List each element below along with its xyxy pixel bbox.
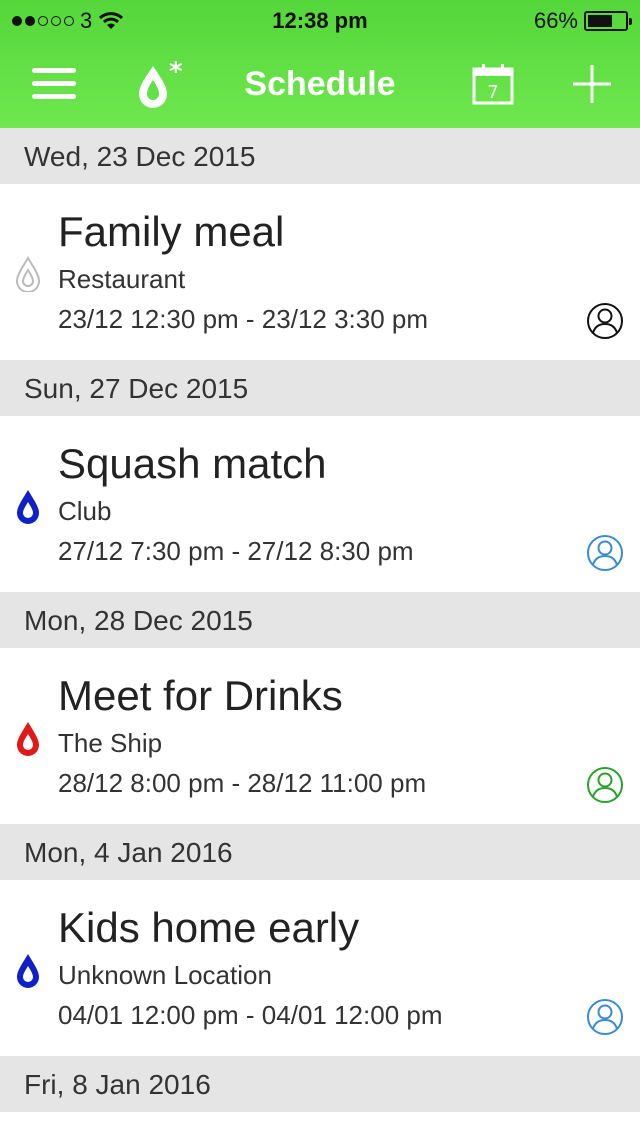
- attendee-icon[interactable]: [586, 998, 624, 1036]
- menu-button[interactable]: [22, 40, 86, 128]
- attendee-icon[interactable]: [586, 302, 624, 340]
- app-logo-button[interactable]: *: [128, 40, 194, 128]
- drop-icon: [17, 954, 39, 988]
- add-event-button[interactable]: [564, 40, 620, 128]
- date-header: Fri, 8 Jan 2016: [0, 1056, 640, 1112]
- date-header: Wed, 23 Dec 2015: [0, 128, 640, 184]
- event-time: 23/12 12:30 pm - 23/12 3:30 pm: [58, 304, 429, 334]
- app-header: 3 12:38 pm 66% * Schedule 7: [0, 0, 640, 128]
- drop-asterisk-icon: *: [139, 58, 183, 108]
- drop-icon: [17, 722, 39, 756]
- event-title: Squash match: [58, 440, 327, 487]
- page-title: Schedule: [244, 65, 396, 103]
- calendar-icon: 7: [472, 64, 514, 105]
- event-time: 27/12 7:30 pm - 27/12 8:30 pm: [58, 536, 414, 566]
- calendar-day: 7: [487, 82, 498, 103]
- hamburger-menu-icon: [32, 68, 76, 99]
- event-location: Club: [58, 496, 112, 526]
- drop-outline-icon: [15, 256, 41, 292]
- drop-icon: [17, 490, 39, 524]
- attendee-icon[interactable]: [586, 534, 624, 572]
- date-header: Mon, 28 Dec 2015: [0, 592, 640, 648]
- battery-percent: 66%: [533, 8, 578, 33]
- event-location: Unknown Location: [58, 960, 272, 990]
- event-location: Restaurant: [58, 264, 186, 294]
- event-row[interactable]: Family meal Restaurant 23/12 12:30 pm - …: [0, 184, 640, 360]
- plus-icon: [573, 65, 611, 103]
- status-bar: 3 12:38 pm 66%: [0, 0, 640, 40]
- date-header: Mon, 4 Jan 2016: [0, 824, 640, 880]
- schedule-list: Wed, 23 Dec 2015 Family meal Restaurant …: [0, 128, 640, 1112]
- date-header: Sun, 27 Dec 2015: [0, 360, 640, 416]
- battery-info: 66%: [533, 8, 632, 34]
- event-title: Family meal: [58, 208, 285, 255]
- event-title: Meet for Drinks: [58, 672, 343, 719]
- event-time: 28/12 8:00 pm - 28/12 11:00 pm: [58, 768, 427, 798]
- attendee-icon[interactable]: [586, 766, 624, 804]
- event-title: Kids home early: [58, 904, 360, 951]
- event-row[interactable]: Kids home early Unknown Location 04/01 1…: [0, 880, 640, 1056]
- navigation-bar: * Schedule 7: [0, 40, 640, 128]
- event-row[interactable]: Squash match Club 27/12 7:30 pm - 27/12 …: [0, 416, 640, 592]
- event-location: The Ship: [58, 728, 163, 758]
- event-time: 04/01 12:00 pm - 04/01 12:00 pm: [58, 1000, 443, 1030]
- svg-text:*: *: [169, 58, 183, 87]
- event-row[interactable]: Meet for Drinks The Ship 28/12 8:00 pm -…: [0, 648, 640, 824]
- battery-icon: [584, 11, 632, 31]
- calendar-button[interactable]: 7: [464, 40, 522, 128]
